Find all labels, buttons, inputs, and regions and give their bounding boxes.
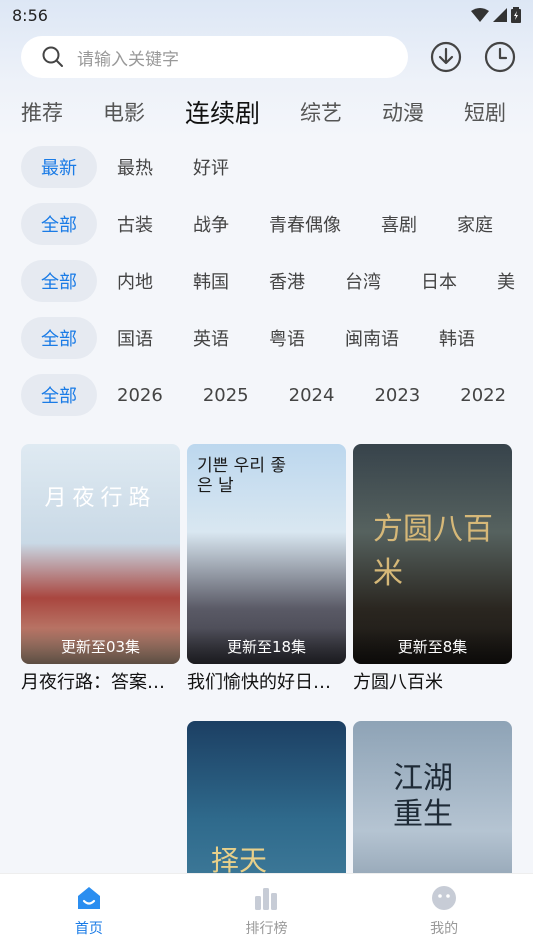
filter-chip[interactable]: 战争 xyxy=(173,203,249,245)
filter-chip[interactable]: 喜剧 xyxy=(361,203,437,245)
signal-icon xyxy=(493,8,507,22)
filter-chip[interactable]: 最热 xyxy=(97,146,173,188)
show-poster: 기쁜 우리 좋은 날 更新至18集 xyxy=(187,444,346,664)
nav-home[interactable]: 首页 xyxy=(29,884,149,938)
home-icon xyxy=(77,887,100,909)
nav-profile-label: 我的 xyxy=(430,921,459,937)
show-title: 月夜行路：答案… xyxy=(21,672,165,693)
wifi-icon xyxy=(471,8,489,22)
filter-chip[interactable]: 全部 xyxy=(21,260,97,302)
category-tabs: 推荐 电影 连续剧 综艺 动漫 短剧 xyxy=(21,92,533,132)
filter-chip[interactable]: 台湾 xyxy=(325,260,401,302)
filter-chip[interactable]: 粤语 xyxy=(249,317,325,359)
filter-chip[interactable]: 国语 xyxy=(97,317,173,359)
download-button[interactable] xyxy=(430,41,462,73)
show-card[interactable]: 方圆八百米 更新至8集 方圆八百米 xyxy=(353,444,512,694)
filter-chip[interactable]: 韩语 xyxy=(419,317,495,359)
show-poster: 月夜行路 更新至03集 xyxy=(21,444,180,664)
nav-home-label: 首页 xyxy=(74,921,103,937)
tab-recommend[interactable]: 推荐 xyxy=(21,97,63,127)
filter-chip[interactable]: 内地 xyxy=(97,260,173,302)
battery-icon xyxy=(511,7,521,23)
show-poster: 方圆八百米 更新至8集 xyxy=(353,444,512,664)
tab-movie[interactable]: 电影 xyxy=(103,97,145,127)
poster-title-art: 方圆八百米 xyxy=(373,512,493,591)
search-row: 请输入关键字 xyxy=(21,36,516,78)
filter-chip[interactable]: 全部 xyxy=(21,374,97,416)
filter-row-year: 全部 2026 2025 2024 2023 2022 xyxy=(21,374,533,416)
filter-chip[interactable]: 青春偶像 xyxy=(249,203,361,245)
smiley-icon xyxy=(432,886,457,910)
filter-chip[interactable]: 家庭 xyxy=(437,203,513,245)
poster-title-art: 月夜行路 xyxy=(44,486,157,511)
filter-chip[interactable]: 2025 xyxy=(183,374,269,416)
filter-chip[interactable]: 2022 xyxy=(440,374,526,416)
show-title: 方圆八百米 xyxy=(353,672,443,693)
update-badge: 更新至18集 xyxy=(187,628,346,664)
update-badge: 更新至03集 xyxy=(21,628,180,664)
filter-row-sort: 最新 最热 好评 xyxy=(21,146,533,188)
filter-chip[interactable]: 韩国 xyxy=(173,260,249,302)
show-card[interactable]: 기쁜 우리 좋은 날 更新至18集 我们愉快的好日… xyxy=(187,444,346,694)
tab-series[interactable]: 连续剧 xyxy=(185,94,260,130)
update-badge: 更新至8集 xyxy=(353,628,512,664)
filter-chip[interactable]: 英语 xyxy=(173,317,249,359)
poster-title-art: 江湖重生 xyxy=(393,761,453,832)
tab-short-drama[interactable]: 短剧 xyxy=(464,97,506,127)
clock-icon xyxy=(484,41,516,73)
tab-variety[interactable]: 综艺 xyxy=(300,97,342,127)
history-button[interactable] xyxy=(484,41,516,73)
bottom-nav: 首页 排行榜 我的 xyxy=(0,873,533,948)
filter-chip[interactable]: 最新 xyxy=(21,146,97,188)
search-icon xyxy=(42,46,63,67)
poster-title-art: 기쁜 우리 좋은 날 xyxy=(197,456,287,496)
filter-chip[interactable]: 2023 xyxy=(354,374,440,416)
nav-ranking[interactable]: 排行榜 xyxy=(206,884,326,938)
filter-chip[interactable]: 2024 xyxy=(269,374,355,416)
filter-chip[interactable]: 闽南语 xyxy=(325,317,419,359)
filter-chip[interactable]: 美 xyxy=(477,260,533,302)
filter-chip[interactable]: 好评 xyxy=(173,146,249,188)
filter-chip[interactable]: 2026 xyxy=(97,374,183,416)
status-icons xyxy=(471,7,521,23)
filter-chip[interactable]: 全部 xyxy=(21,317,97,359)
show-card[interactable]: 月夜行路 更新至03集 月夜行路：答案… xyxy=(21,444,180,694)
filter-chip[interactable]: 全部 xyxy=(21,203,97,245)
filter-chip[interactable]: 日本 xyxy=(401,260,477,302)
filter-chip[interactable]: 香港 xyxy=(249,260,325,302)
status-time: 8:56 xyxy=(12,5,48,25)
filter-row-region: 全部 内地 韩国 香港 台湾 日本 美 xyxy=(21,260,533,302)
show-title: 我们愉快的好日… xyxy=(187,672,331,693)
filter-chip[interactable]: 古装 xyxy=(97,203,173,245)
filter-row-genre: 全部 古装 战争 青春偶像 喜剧 家庭 xyxy=(21,203,533,245)
filter-row-language: 全部 国语 英语 粤语 闽南语 韩语 xyxy=(21,317,533,359)
bar-chart-icon xyxy=(255,888,278,910)
download-icon xyxy=(430,41,462,73)
nav-ranking-label: 排行榜 xyxy=(245,921,288,937)
status-bar: 8:56 xyxy=(0,0,533,30)
tab-anime[interactable]: 动漫 xyxy=(382,97,424,127)
nav-profile[interactable]: 我的 xyxy=(384,884,504,938)
search-placeholder: 请输入关键字 xyxy=(77,49,179,70)
search-input[interactable]: 请输入关键字 xyxy=(21,36,408,78)
